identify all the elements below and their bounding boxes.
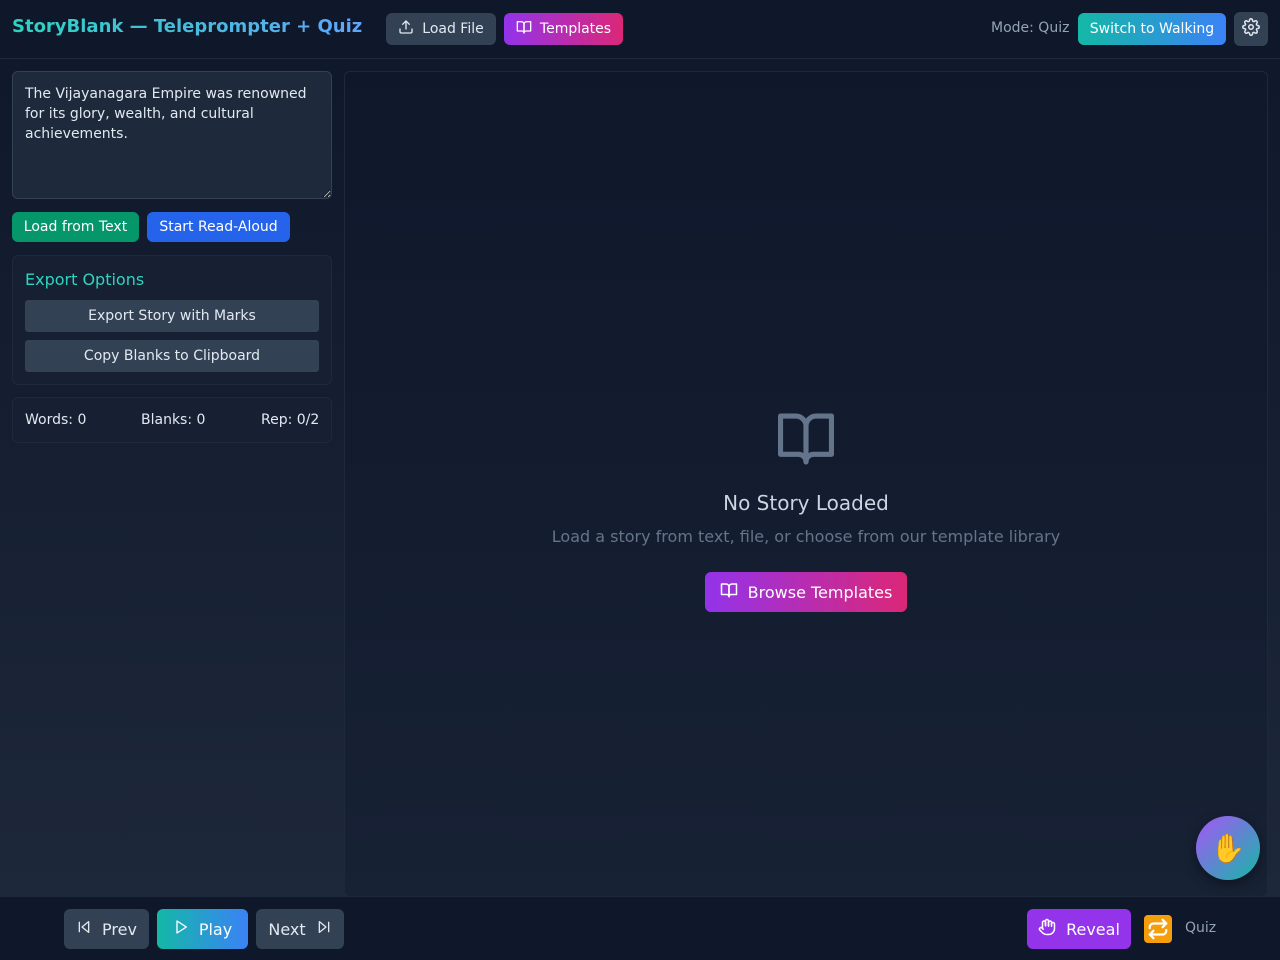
rep-count: Rep: 0/2	[261, 412, 320, 428]
book-open-icon	[516, 19, 532, 39]
story-text-input[interactable]: The Vijayanagara Empire was renowned for…	[12, 71, 332, 199]
load-from-text-button[interactable]: Load from Text	[12, 212, 139, 242]
words-count: Words: 0	[25, 412, 87, 428]
prev-button[interactable]: Prev	[64, 909, 149, 949]
settings-button[interactable]	[1234, 12, 1268, 46]
hand-icon	[1038, 918, 1056, 940]
next-label: Next	[268, 919, 306, 939]
templates-button[interactable]: Templates	[504, 13, 623, 45]
copy-blanks-button[interactable]: Copy Blanks to Clipboard	[25, 340, 319, 372]
export-story-button[interactable]: Export Story with Marks	[25, 300, 319, 332]
next-button[interactable]: Next	[256, 909, 344, 949]
reveal-label: Reveal	[1066, 919, 1120, 939]
quiz-mode-label: Quiz	[1185, 920, 1217, 936]
templates-label: Templates	[539, 21, 612, 37]
story-display-panel: No Story Loaded Load a story from text, …	[344, 71, 1268, 897]
gear-icon	[1242, 18, 1260, 40]
play-label: Play	[198, 919, 233, 939]
blanks-count: Blanks: 0	[141, 412, 206, 428]
skip-back-icon	[76, 919, 92, 939]
raised-hand-button[interactable]: ✋	[1196, 816, 1260, 880]
playback-footer: Prev Play Next Reveal Quiz	[0, 896, 1280, 960]
stats-panel: Words: 0 Blanks: 0 Rep: 0/2	[12, 397, 332, 443]
start-read-aloud-button[interactable]: Start Read-Aloud	[147, 212, 290, 242]
switch-mode-button[interactable]: Switch to Walking	[1078, 13, 1226, 45]
play-icon	[173, 919, 189, 939]
app-title: StoryBlank — Teleprompter + Quiz	[12, 16, 363, 37]
export-options-title: Export Options	[25, 270, 145, 289]
repeat-icon[interactable]	[1144, 915, 1172, 943]
browse-templates-button[interactable]: Browse Templates	[705, 572, 907, 612]
prev-label: Prev	[102, 919, 137, 939]
empty-state-title: No Story Loaded	[723, 491, 889, 515]
play-button[interactable]: Play	[157, 909, 248, 949]
skip-forward-icon	[316, 919, 332, 939]
load-file-button[interactable]: Load File	[386, 13, 496, 45]
empty-state-subtitle: Load a story from text, file, or choose …	[551, 527, 1061, 546]
raised-hand-icon: ✋	[1210, 831, 1246, 865]
app-header: StoryBlank — Teleprompter + Quiz Load Fi…	[0, 0, 1280, 59]
browse-templates-label: Browse Templates	[747, 582, 893, 602]
mode-indicator: Mode: Quiz	[991, 20, 1070, 36]
book-open-icon	[775, 411, 837, 471]
load-file-label: Load File	[422, 21, 484, 37]
export-options-panel: Export Options Export Story with Marks C…	[12, 255, 332, 385]
reveal-button[interactable]: Reveal	[1027, 909, 1131, 949]
upload-icon	[398, 19, 414, 39]
book-open-icon	[720, 581, 738, 603]
